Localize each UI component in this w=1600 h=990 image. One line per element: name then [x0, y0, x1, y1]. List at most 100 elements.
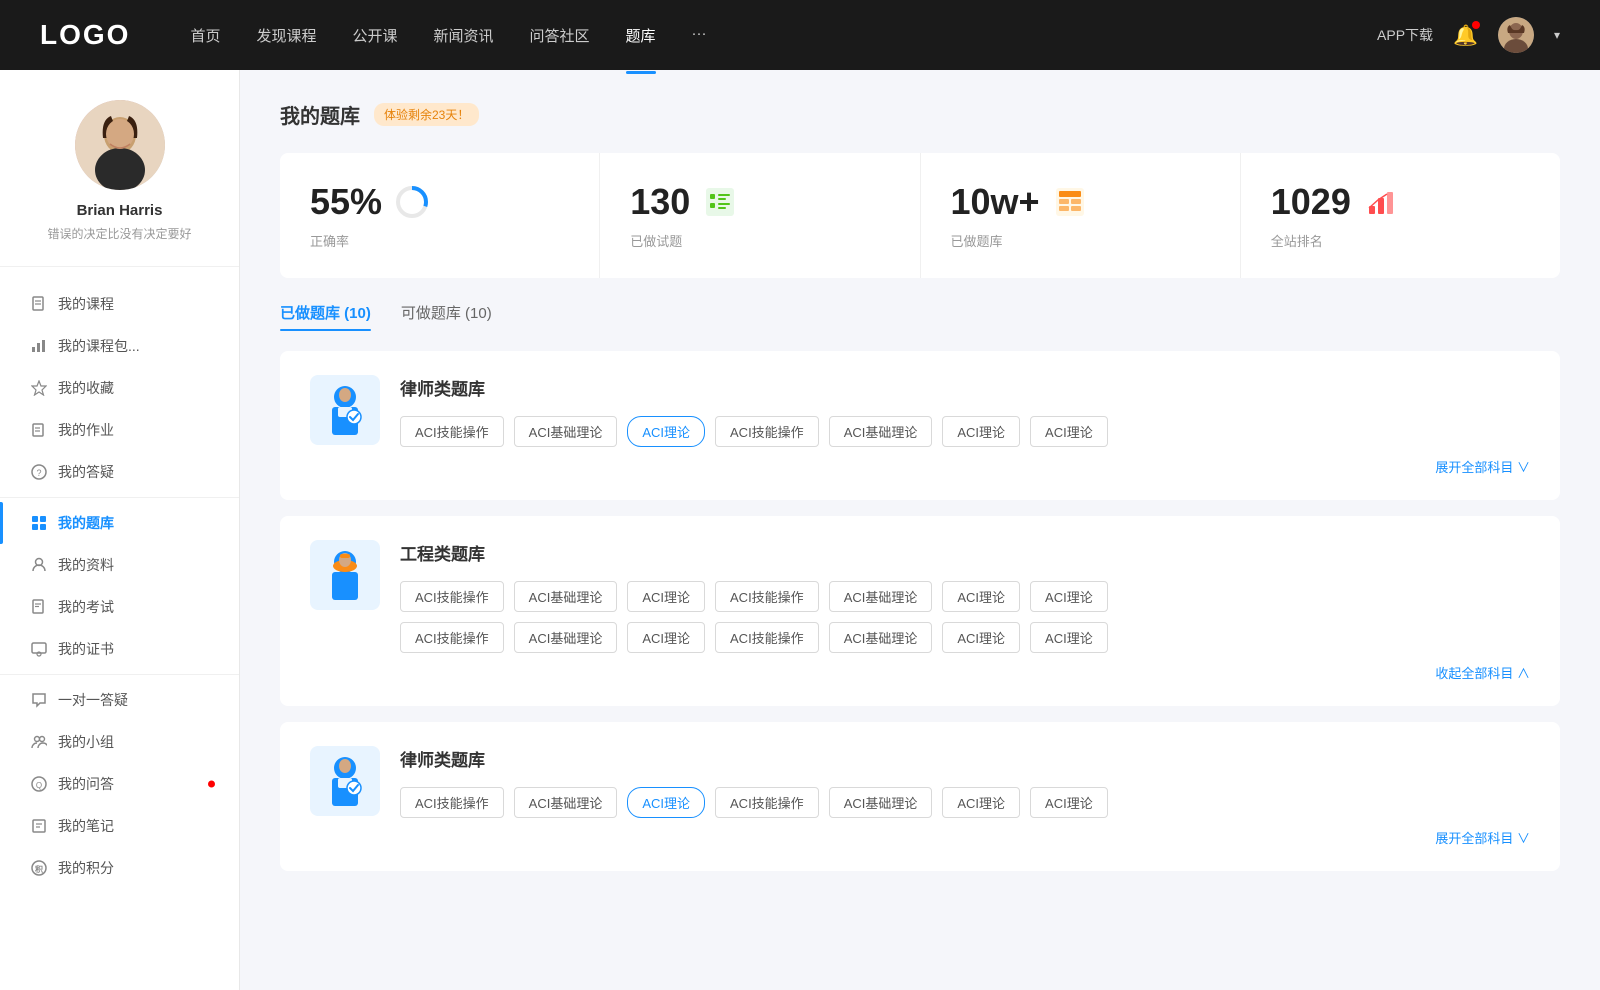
tag[interactable]: ACI技能操作: [400, 416, 504, 447]
stat-accuracy-label: 正确率: [310, 231, 569, 250]
tag[interactable]: ACI理论: [1030, 416, 1108, 447]
sidebar-divider-1: [0, 497, 239, 498]
nav-more[interactable]: ···: [692, 21, 707, 50]
notification-dot: [1472, 21, 1480, 29]
tag[interactable]: ACI理论: [1030, 787, 1108, 818]
file-icon: [30, 295, 48, 313]
nav-discover[interactable]: 发现课程: [256, 21, 316, 50]
app-download-button[interactable]: APP下载: [1377, 25, 1433, 45]
tag[interactable]: ACI基础理论: [829, 787, 933, 818]
logo: LOGO: [40, 19, 130, 51]
bar-icon: [30, 337, 48, 355]
expand-link-lawyer-1[interactable]: 展开全部科目 ∨: [400, 457, 1530, 476]
sidebar-label-group: 我的小组: [58, 732, 114, 752]
tag[interactable]: ACI基础理论: [514, 416, 618, 447]
tag-active[interactable]: ACI理论: [627, 787, 705, 818]
bank-card-engineer-body: 工程类题库 ACI技能操作 ACI基础理论 ACI理论 ACI技能操作 ACI基…: [400, 540, 1530, 682]
sidebar-divider-2: [0, 674, 239, 675]
tag[interactable]: ACI技能操作: [715, 581, 819, 612]
page-header: 我的题库 体验剩余23天！: [280, 100, 1560, 129]
tag[interactable]: ACI基础理论: [829, 416, 933, 447]
bank-card-engineer-title: 工程类题库: [400, 540, 1530, 565]
page-layout: Brian Harris 错误的决定比没有决定要好 我的课程 我的课程包...: [0, 70, 1600, 990]
nav-home[interactable]: 首页: [190, 21, 220, 50]
sidebar-label-profile: 我的资料: [58, 555, 114, 575]
svg-text:Q: Q: [36, 781, 42, 790]
nav-news[interactable]: 新闻资讯: [434, 21, 494, 50]
tag[interactable]: ACI基础理论: [514, 787, 618, 818]
tag[interactable]: ACI理论: [942, 581, 1020, 612]
sidebar-item-favorites[interactable]: 我的收藏: [0, 367, 239, 409]
stats-row: 55% 正确率 130: [280, 153, 1560, 278]
tag[interactable]: ACI技能操作: [715, 787, 819, 818]
stat-questions-label: 已做试题: [630, 231, 889, 250]
bank-card-lawyer-1-title: 律师类题库: [400, 375, 1530, 400]
tag[interactable]: ACI理论: [627, 622, 705, 653]
bank-card-lawyer-1-tags: ACI技能操作 ACI基础理论 ACI理论 ACI技能操作 ACI基础理论 AC…: [400, 416, 1530, 447]
tag[interactable]: ACI理论: [942, 787, 1020, 818]
sidebar-label-exam: 我的考试: [58, 597, 114, 617]
sidebar-item-my-qa[interactable]: Q 我的问答: [0, 763, 239, 805]
nav-bank[interactable]: 题库: [626, 21, 656, 50]
sidebar-item-cert[interactable]: 我的证书: [0, 628, 239, 670]
tabs-row: 已做题库 (10) 可做题库 (10): [280, 302, 1560, 331]
tag[interactable]: ACI理论: [627, 581, 705, 612]
tag-active[interactable]: ACI理论: [627, 416, 705, 447]
tag[interactable]: ACI理论: [942, 416, 1020, 447]
svg-text:?: ?: [36, 468, 41, 478]
sidebar-item-profile[interactable]: 我的资料: [0, 544, 239, 586]
stat-questions-value: 130: [630, 181, 690, 223]
bar-chart-icon: [1363, 184, 1399, 220]
bank-card-lawyer-2-body: 律师类题库 ACI技能操作 ACI基础理论 ACI理论 ACI技能操作 ACI基…: [400, 746, 1530, 847]
tag[interactable]: ACI技能操作: [715, 622, 819, 653]
bank-card-lawyer-1-body: 律师类题库 ACI技能操作 ACI基础理论 ACI理论 ACI技能操作 ACI基…: [400, 375, 1530, 476]
notification-bell[interactable]: 🔔: [1453, 23, 1478, 48]
tag[interactable]: ACI技能操作: [715, 416, 819, 447]
sidebar-item-course[interactable]: 我的课程: [0, 283, 239, 325]
lawyer-icon: [310, 375, 380, 445]
tab-done[interactable]: 已做题库 (10): [280, 302, 371, 331]
group-icon: [30, 733, 48, 751]
sidebar-item-points[interactable]: 积 我的积分: [0, 847, 239, 889]
tag[interactable]: ACI理论: [942, 622, 1020, 653]
sidebar-label-qa-help: 我的答疑: [58, 462, 114, 482]
stat-rank-value: 1029: [1271, 181, 1351, 223]
expand-link-lawyer-2[interactable]: 展开全部科目 ∨: [400, 828, 1530, 847]
sidebar-label-homework: 我的作业: [58, 420, 114, 440]
tab-available[interactable]: 可做题库 (10): [401, 302, 492, 331]
tag[interactable]: ACI基础理论: [514, 581, 618, 612]
tag[interactable]: ACI技能操作: [400, 787, 504, 818]
sidebar-item-tutor[interactable]: 一对一答疑: [0, 679, 239, 721]
help-icon: ?: [30, 463, 48, 481]
navbar-links: 首页 发现课程 公开课 新闻资讯 问答社区 题库 ···: [190, 21, 1377, 50]
nav-qa[interactable]: 问答社区: [530, 21, 590, 50]
stat-banks-top: 10w+: [951, 181, 1210, 223]
stat-accuracy-value: 55%: [310, 181, 382, 223]
sidebar-label-package: 我的课程包...: [58, 336, 140, 356]
sidebar-label-notes: 我的笔记: [58, 816, 114, 836]
tag[interactable]: ACI基础理论: [829, 622, 933, 653]
sidebar-item-bank[interactable]: 我的题库: [0, 502, 239, 544]
stat-rank-top: 1029: [1271, 181, 1530, 223]
avatar-dropdown-arrow[interactable]: ▾: [1554, 28, 1560, 42]
trial-badge: 体验剩余23天！: [374, 103, 479, 126]
tag[interactable]: ACI基础理论: [829, 581, 933, 612]
cert-icon: [30, 640, 48, 658]
sidebar-item-group[interactable]: 我的小组: [0, 721, 239, 763]
tag[interactable]: ACI技能操作: [400, 622, 504, 653]
sidebar-item-qa-help[interactable]: ? 我的答疑: [0, 451, 239, 493]
stat-banks-label: 已做题库: [951, 231, 1210, 250]
sidebar-item-exam[interactable]: 我的考试: [0, 586, 239, 628]
navbar-right: APP下载 🔔 ▾: [1377, 17, 1560, 53]
sidebar-item-notes[interactable]: 我的笔记: [0, 805, 239, 847]
tag[interactable]: ACI基础理论: [514, 622, 618, 653]
stat-accuracy-top: 55%: [310, 181, 569, 223]
collapse-link-engineer[interactable]: 收起全部科目 ∧: [400, 663, 1530, 682]
tag[interactable]: ACI理论: [1030, 622, 1108, 653]
tag[interactable]: ACI技能操作: [400, 581, 504, 612]
nav-open-course[interactable]: 公开课: [352, 21, 397, 50]
tag[interactable]: ACI理论: [1030, 581, 1108, 612]
sidebar-item-homework[interactable]: 我的作业: [0, 409, 239, 451]
sidebar-item-package[interactable]: 我的课程包...: [0, 325, 239, 367]
user-avatar[interactable]: [1498, 17, 1534, 53]
